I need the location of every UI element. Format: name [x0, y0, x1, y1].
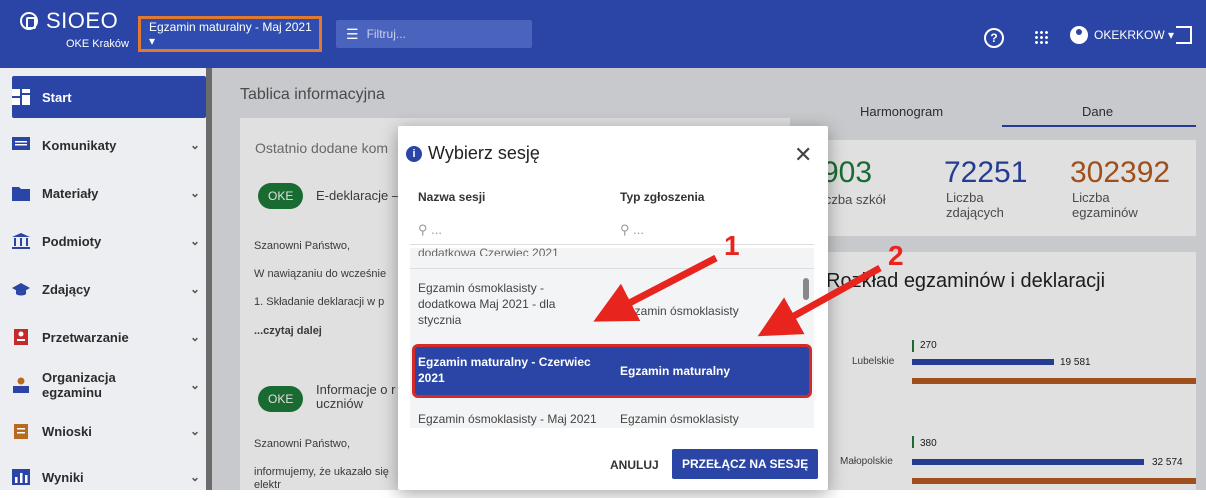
annotation-number-2: 2	[888, 240, 904, 271]
annotation-arrow-2	[757, 264, 882, 337]
annotation-arrow-1	[593, 254, 718, 322]
annotation-arrows	[593, 254, 882, 337]
annotation-number-1: 1	[724, 230, 740, 261]
